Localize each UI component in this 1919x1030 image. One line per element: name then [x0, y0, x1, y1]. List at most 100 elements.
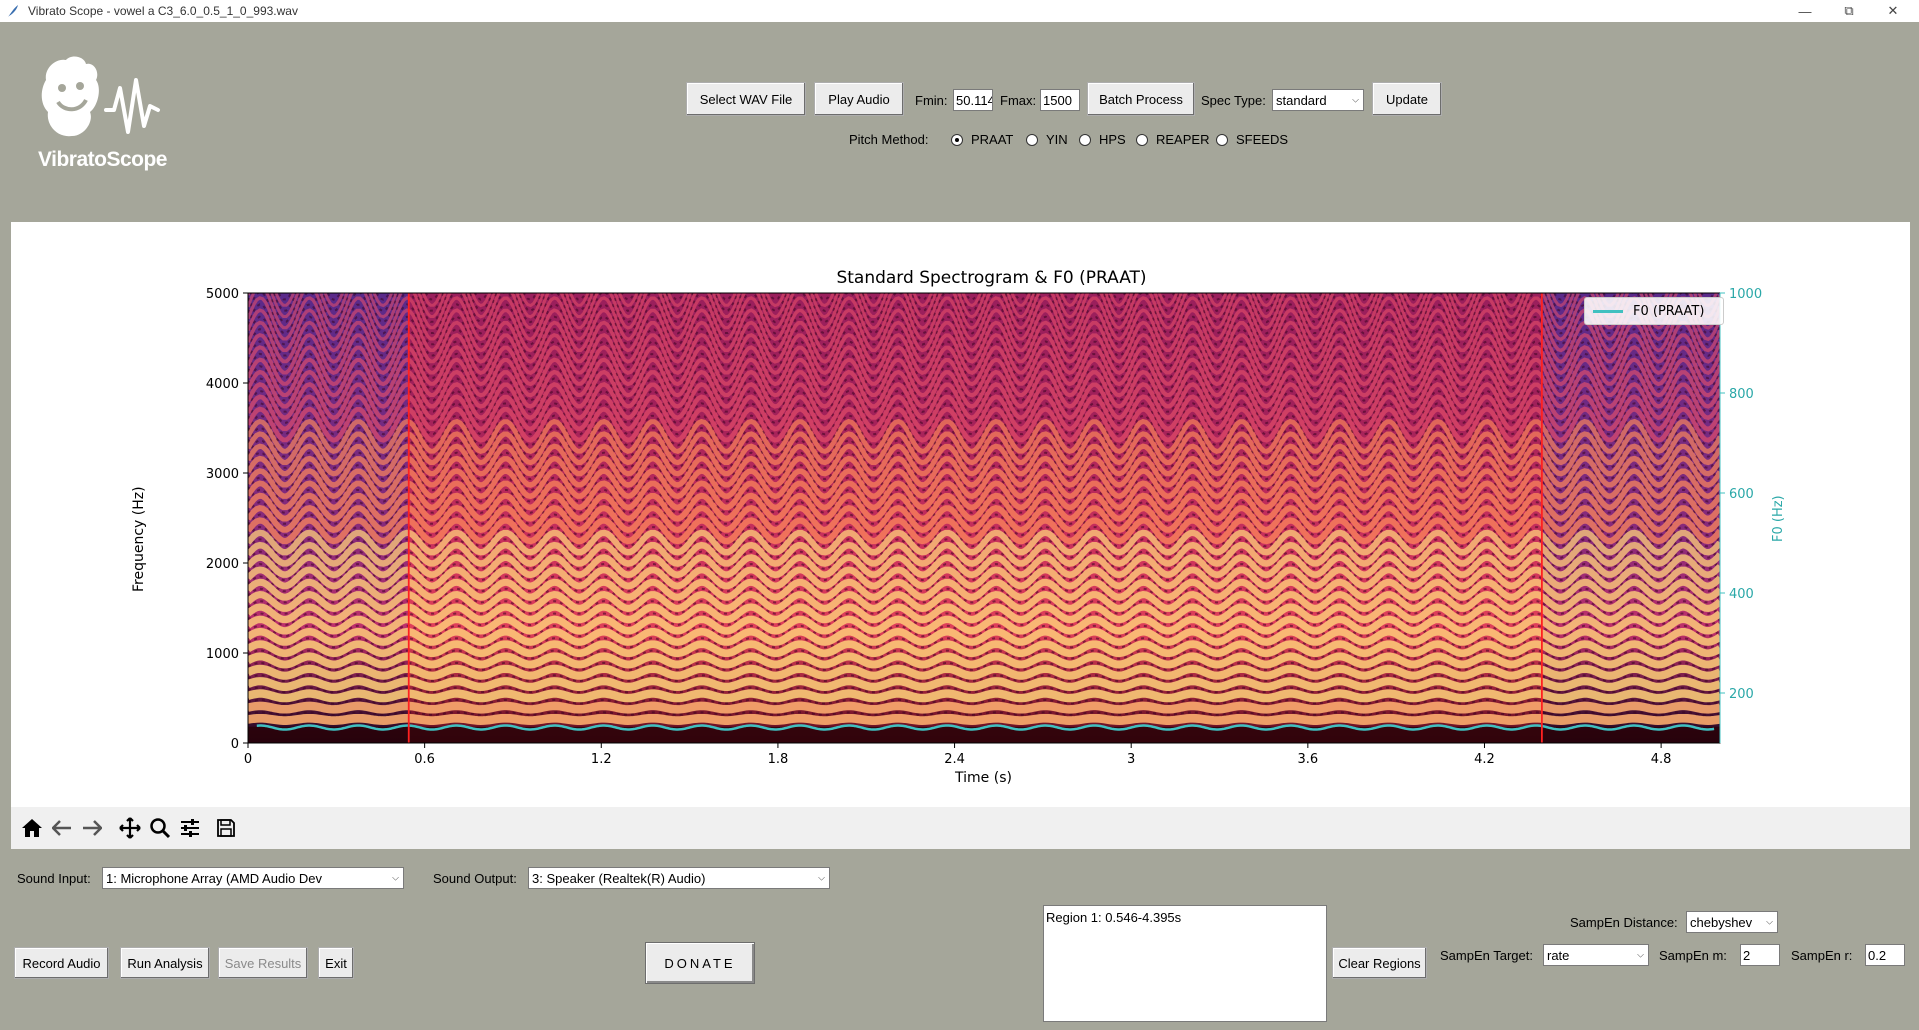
harmonic-band — [248, 664, 1720, 680]
fmin-label: Fmin: — [915, 93, 948, 108]
radio-icon — [1079, 133, 1091, 146]
spec-type-label: Spec Type: — [1201, 93, 1266, 108]
run-analysis-button[interactable]: Run Analysis — [120, 947, 210, 979]
y2-axis-label: F0 (Hz) — [1771, 495, 1786, 542]
play-audio-button[interactable]: Play Audio — [814, 82, 904, 116]
x-tick-label: 1.8 — [768, 752, 789, 767]
pitch-radio-reaper[interactable]: REAPER — [1136, 132, 1209, 147]
x-tick-label: 3.6 — [1297, 752, 1318, 767]
fmax-label: Fmax: — [1000, 93, 1037, 108]
zoom-icon[interactable] — [145, 813, 175, 843]
x-tick-label: 1.2 — [591, 752, 612, 767]
legend-label: F0 (PRAAT) — [1633, 303, 1705, 319]
sound-input-value: 1: Microphone Array (AMD Audio Dev — [106, 870, 323, 886]
update-button[interactable]: Update — [1372, 82, 1442, 116]
y-tick-label: 5000 — [206, 287, 239, 302]
logo-text: VibratoScope — [38, 148, 167, 171]
legend-line — [1593, 309, 1623, 313]
radio-icon — [951, 133, 963, 146]
y2-tick-label: 200 — [1729, 687, 1754, 702]
radio-icon — [1216, 133, 1228, 146]
clear-regions-button[interactable]: Clear Regions — [1332, 947, 1427, 979]
sampen-r-input[interactable]: 0.2 — [1865, 944, 1905, 966]
regions-textbox[interactable]: Region 1: 0.546-4.395s — [1043, 905, 1327, 1022]
sampen-target-label: SampEn Target: — [1440, 948, 1533, 963]
pitch-radio-label: PRAAT — [971, 132, 1014, 147]
home-icon[interactable] — [17, 813, 47, 843]
fmax-input[interactable]: 1500 — [1040, 89, 1080, 111]
y2-tick-label: 600 — [1729, 487, 1754, 502]
harmonic-band — [248, 652, 1720, 669]
sampen-distance-label: SampEn Distance: — [1570, 915, 1678, 930]
sound-output-select[interactable]: 3: Speaker (Realtek(R) Audio) ⌵ — [528, 867, 830, 889]
sound-input-label: Sound Input: — [17, 871, 91, 886]
pitch-radio-label: SFEEDS — [1236, 132, 1289, 147]
harmonic-band — [248, 603, 1720, 624]
y-tick-label: 1000 — [206, 647, 239, 662]
pan-icon[interactable] — [115, 813, 145, 843]
exit-button[interactable]: Exit — [318, 947, 354, 979]
window-title: Vibrato Scope - vowel a C3_6.0_0.5_1_0_9… — [28, 4, 298, 18]
harmonic-band — [248, 713, 1720, 725]
x-tick-label: 4.8 — [1651, 752, 1672, 767]
select-wav-button[interactable]: Select WAV File — [686, 82, 806, 116]
sampen-distance-select[interactable]: chebyshev ⌵ — [1686, 911, 1778, 933]
pitch-radio-yin[interactable]: YIN — [1026, 132, 1068, 147]
harmonic-band — [248, 615, 1720, 635]
y-axis-label: Frequency (Hz) — [131, 486, 147, 592]
y2-tick-label: 1000 — [1729, 287, 1762, 302]
close-icon[interactable]: ✕ — [1870, 0, 1916, 22]
pitch-method-label: Pitch Method: — [849, 132, 929, 147]
x-tick-label: 3 — [1127, 752, 1135, 767]
back-arrow-icon[interactable] — [47, 813, 77, 843]
low-frequency-band — [248, 726, 1720, 743]
harmonic-band — [248, 640, 1720, 658]
x-tick-label: 2.4 — [944, 752, 965, 767]
legend: F0 (PRAAT) — [1584, 297, 1724, 325]
radio-icon — [1026, 133, 1038, 146]
save-icon[interactable] — [211, 813, 241, 843]
chevron-down-icon: ⌵ — [392, 872, 399, 883]
feather-app-icon — [8, 5, 18, 17]
sampen-target-value: rate — [1547, 947, 1570, 963]
sampen-m-input[interactable]: 2 — [1740, 944, 1780, 966]
pitch-radio-hps[interactable]: HPS — [1079, 132, 1126, 147]
harmonic-band — [248, 689, 1720, 703]
fmin-input[interactable]: 50.114 — [953, 89, 993, 111]
forward-arrow-icon[interactable] — [77, 813, 107, 843]
y-tick-label: 4000 — [206, 377, 239, 392]
harmonic-band — [248, 677, 1720, 692]
x-tick-label: 0.6 — [414, 752, 435, 767]
harmonic-band — [248, 627, 1720, 646]
minimize-icon[interactable]: — — [1782, 0, 1828, 22]
x-axis-label: Time (s) — [955, 770, 1012, 786]
donate-button[interactable]: DONATE — [645, 942, 755, 984]
chevron-down-icon: ⌵ — [1352, 94, 1359, 105]
plot-toolbar — [11, 807, 1910, 849]
pitch-radio-praat[interactable]: PRAAT — [951, 132, 1013, 147]
chevron-down-icon: ⌵ — [1766, 916, 1773, 927]
configure-subplots-icon[interactable] — [175, 813, 205, 843]
pitch-radio-label: REAPER — [1156, 132, 1210, 147]
sampen-distance-value: chebyshev — [1690, 914, 1753, 930]
plot-canvas[interactable]: 0 0.6 1.2 1.8 2.4 3 3.6 4.2 4.8 0 1000 2000 3000 4000… — [11, 222, 1910, 807]
save-results-button[interactable]: Save Results — [218, 947, 308, 979]
restore-icon[interactable]: ⧉ — [1826, 0, 1872, 22]
y-tick-label: 2000 — [206, 557, 239, 572]
x-tick-label: 0 — [244, 752, 252, 767]
pitch-radio-sfeeds[interactable]: SFEEDS — [1216, 132, 1288, 147]
batch-process-button[interactable]: Batch Process — [1087, 82, 1195, 116]
y-tick-label: 0 — [231, 737, 239, 752]
harmonic-band — [248, 701, 1720, 714]
chart-title: Standard Spectrogram & F0 (PRAAT) — [836, 268, 1147, 288]
spec-type-value: standard — [1276, 92, 1327, 108]
chevron-down-icon: ⌵ — [818, 872, 825, 883]
sampen-m-label: SampEn m: — [1659, 948, 1727, 963]
sound-input-select[interactable]: 1: Microphone Array (AMD Audio Dev ⌵ — [102, 867, 404, 889]
pitch-radio-label: YIN — [1046, 132, 1068, 147]
radio-icon — [1136, 133, 1148, 146]
sound-output-value: 3: Speaker (Realtek(R) Audio) — [532, 870, 706, 886]
sampen-target-select[interactable]: rate ⌵ — [1543, 944, 1649, 966]
record-audio-button[interactable]: Record Audio — [14, 947, 109, 979]
spec-type-select[interactable]: standard ⌵ — [1272, 89, 1364, 111]
